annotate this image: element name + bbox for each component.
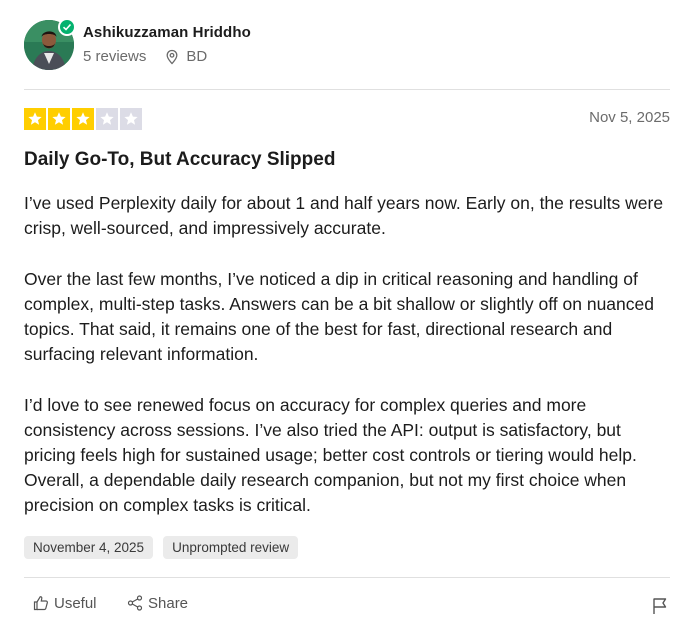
review-date: Nov 5, 2025 bbox=[589, 109, 670, 126]
location-pin-icon bbox=[164, 49, 180, 65]
review-body: I’ve used Perplexity daily for about 1 a… bbox=[24, 191, 670, 519]
divider bbox=[24, 89, 670, 90]
useful-label: Useful bbox=[54, 594, 97, 612]
review-actions: Useful Share bbox=[24, 594, 670, 620]
reviewer-header: Ashikuzzaman Hriddho 5 reviews BD bbox=[24, 18, 670, 72]
flag-icon[interactable] bbox=[650, 596, 670, 616]
useful-button[interactable]: Useful bbox=[32, 594, 97, 612]
star-icon bbox=[120, 108, 142, 130]
review-tags: November 4, 2025 Unprompted review bbox=[24, 536, 299, 559]
star-rating bbox=[24, 108, 142, 130]
thumbs-up-icon bbox=[33, 596, 48, 611]
experience-date-tag: November 4, 2025 bbox=[24, 536, 154, 559]
avatar[interactable] bbox=[24, 18, 76, 70]
reviews-count: 5 reviews bbox=[83, 48, 147, 65]
verified-check-icon bbox=[58, 18, 76, 36]
star-icon bbox=[96, 108, 118, 130]
unprompted-review-tag: Unprompted review bbox=[163, 536, 299, 559]
review-title: Daily Go-To, But Accuracy Slipped bbox=[24, 149, 336, 170]
share-button[interactable]: Share bbox=[126, 594, 188, 612]
divider bbox=[24, 577, 670, 578]
review-paragraph: I’d love to see renewed focus on accurac… bbox=[24, 394, 637, 516]
reviewer-location: BD bbox=[186, 48, 208, 65]
review-paragraph: I’ve used Perplexity daily for about 1 a… bbox=[24, 193, 664, 239]
star-icon bbox=[24, 108, 46, 130]
share-icon bbox=[127, 595, 143, 611]
review-card: Ashikuzzaman Hriddho 5 reviews BD Nov 5,… bbox=[24, 0, 670, 636]
star-icon bbox=[48, 108, 70, 130]
reviewer-meta: 5 reviews BD bbox=[83, 48, 207, 65]
share-label: Share bbox=[148, 594, 189, 612]
star-icon bbox=[72, 108, 94, 130]
reviewer-name[interactable]: Ashikuzzaman Hriddho bbox=[83, 24, 251, 41]
review-paragraph: Over the last few months, I’ve noticed a… bbox=[24, 268, 654, 365]
